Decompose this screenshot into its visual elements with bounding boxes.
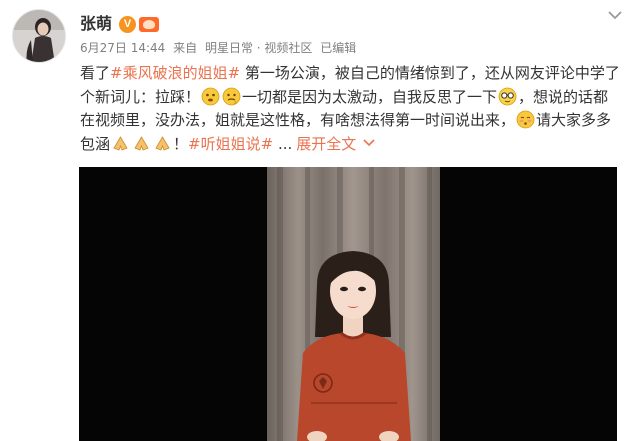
video-player[interactable] bbox=[79, 167, 617, 441]
edited-label[interactable]: 已编辑 bbox=[320, 41, 356, 55]
text-segment: 包涵 bbox=[80, 134, 111, 153]
video-thumbnail bbox=[267, 167, 440, 441]
text-segment: 请大家多多 bbox=[536, 111, 612, 129]
expand-chevron-icon[interactable] bbox=[362, 138, 376, 148]
expand-full-text-link[interactable]: 展开全文 bbox=[296, 135, 356, 153]
thinking-emoji-icon bbox=[201, 87, 220, 106]
verified-badge-icon: V bbox=[119, 15, 137, 33]
folded-hands-emoji-icon bbox=[132, 134, 151, 153]
glasses-emoji-icon bbox=[498, 87, 517, 106]
text-segment: 第一场公演，被自己的情绪惊到了，还从网友评论中学了 bbox=[240, 64, 620, 82]
post-source[interactable]: 明星日常 · 视频社区 bbox=[205, 41, 312, 55]
post-text: 看了#乘风破浪的姐姐# 第一场公演，被自己的情绪惊到了，还从网友评论中学了 个新… bbox=[80, 62, 632, 156]
topic-link[interactable]: #乘风破浪的姐姐# bbox=[110, 64, 240, 82]
chevron-down-icon[interactable] bbox=[606, 8, 624, 22]
text-segment: ，想说的话都 bbox=[518, 87, 609, 106]
post-meta: 6月27日 14:44 来自 明星日常 · 视频社区 已编辑 bbox=[80, 40, 360, 56]
folded-hands-emoji-icon bbox=[111, 134, 130, 153]
ellipsis: ... bbox=[273, 134, 293, 153]
source-prefix: 来自 bbox=[173, 41, 198, 55]
topic-link[interactable]: #听姐姐说# bbox=[188, 135, 273, 153]
thinking-emoji-icon bbox=[222, 87, 241, 106]
text-segment: ！ bbox=[173, 134, 189, 153]
vip-icon[interactable] bbox=[139, 16, 160, 32]
post-timestamp[interactable]: 6月27日 14:44 bbox=[80, 41, 165, 55]
username[interactable]: 张萌 bbox=[80, 13, 112, 35]
text-segment: 在视频里，没办法，姐就是这性格，有啥想法得第一时间说出来， bbox=[80, 111, 516, 129]
text-segment: 看了 bbox=[80, 64, 111, 82]
avatar[interactable] bbox=[12, 9, 66, 63]
text-segment: 个新词儿：拉踩！ bbox=[80, 87, 201, 106]
embarrassed-emoji-icon bbox=[516, 110, 535, 129]
text-segment: 一切都是因为太激动，自我反思了一下 bbox=[242, 87, 498, 106]
folded-hands-emoji-icon bbox=[153, 134, 172, 153]
